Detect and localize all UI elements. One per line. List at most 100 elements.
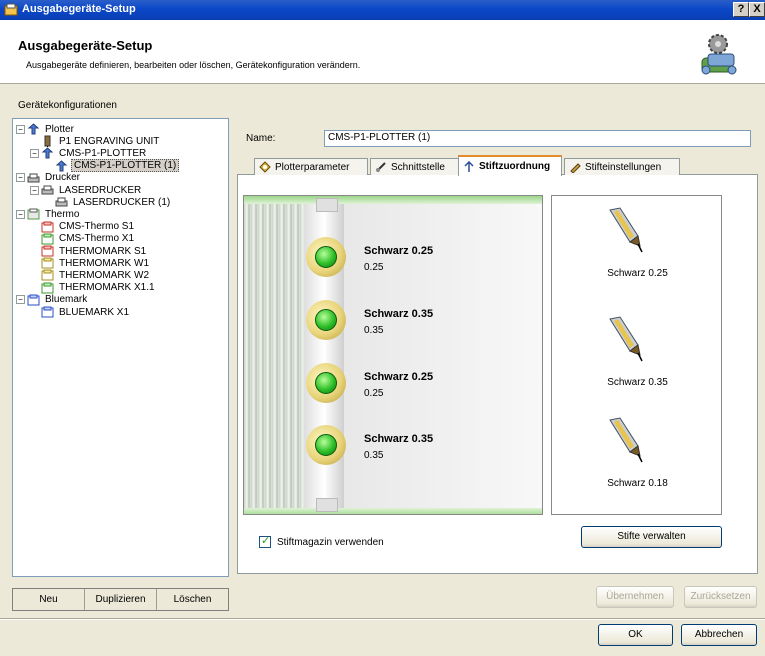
- manage-pens-button[interactable]: Stifte verwalten: [581, 526, 722, 548]
- apply-button[interactable]: Übernehmen: [596, 586, 674, 608]
- tree-item-label: LASERDRUCKER: [59, 184, 142, 196]
- device-tree[interactable]: − Plotter P1 ENGRAVING UNIT − CMS-P1-PLOTTER…: [12, 118, 229, 577]
- thermo-icon: [27, 208, 40, 220]
- tree-item-label: Thermo: [45, 208, 80, 220]
- name-label: Name:: [246, 133, 276, 144]
- tree-item-label: Plotter: [45, 123, 74, 135]
- duplicate-button[interactable]: Duplizieren: [85, 589, 157, 610]
- pen-icon: [609, 207, 643, 253]
- tree-item[interactable]: THERMOMARK W2: [30, 269, 151, 281]
- pen-label: Schwarz 0.18: [607, 478, 668, 489]
- tree-item[interactable]: THERMOMARK W1: [30, 257, 151, 269]
- tree-item[interactable]: − Thermo: [16, 208, 81, 220]
- pen-icon: [609, 417, 643, 463]
- tree-item[interactable]: CMS-P1-PLOTTER (1): [44, 159, 180, 173]
- pen-list-item[interactable]: Schwarz 0.25: [552, 206, 723, 306]
- page-subtitle: Ausgabegeräte definieren, bearbeiten ode…: [26, 60, 361, 70]
- slot-pen-value: 0.35: [364, 325, 384, 336]
- printer-icon: [55, 196, 68, 208]
- help-button[interactable]: ?: [733, 2, 749, 17]
- tree-item-label: THERMOMARK S1: [59, 245, 147, 257]
- tree-item-label: BLUEMARK X1: [59, 306, 130, 318]
- tree-item[interactable]: − Drucker: [16, 172, 82, 184]
- tree-collapse-icon[interactable]: −: [16, 173, 25, 183]
- magazine-slot[interactable]: Schwarz 0.25 0.25: [304, 355, 542, 415]
- use-magazine-row[interactable]: ✓ Stiftmagazin verwenden: [259, 535, 384, 548]
- plotter-icon: [27, 123, 40, 135]
- tree-item[interactable]: BLUEMARK X1: [30, 306, 131, 318]
- slot-pen-value: 0.25: [364, 388, 384, 399]
- close-button[interactable]: X: [749, 2, 765, 17]
- tree-collapse-icon[interactable]: −: [16, 124, 25, 134]
- tab-stiftzuordnung[interactable]: Stiftzuordnung: [458, 155, 562, 176]
- tree-collapse-icon[interactable]: −: [16, 295, 25, 305]
- thermo-green-icon: [41, 233, 54, 245]
- printer-icon: [27, 172, 40, 184]
- tree-item[interactable]: − LASERDRUCKER: [30, 184, 143, 196]
- tree-item-label: P1 ENGRAVING UNIT: [59, 135, 160, 147]
- tree-item[interactable]: LASERDRUCKER (1): [44, 196, 172, 208]
- dialog-header: Ausgabegeräte-Setup Ausgabegeräte defini…: [0, 20, 765, 84]
- pen-list-item[interactable]: Schwarz 0.35: [552, 315, 723, 415]
- plotter-params-icon: [259, 161, 271, 173]
- tree-button-group: Neu Duplizieren Löschen: [12, 588, 229, 611]
- slot-pen-name: Schwarz 0.35: [364, 308, 434, 320]
- page-title: Ausgabegeräte-Setup: [18, 38, 153, 53]
- tab-plotterparameter[interactable]: Plotterparameter: [254, 158, 368, 175]
- pen-list[interactable]: Schwarz 0.25 Schwarz 0.35 Schwarz 0.18: [551, 195, 722, 515]
- delete-button[interactable]: Löschen: [157, 589, 228, 610]
- magazine-slot[interactable]: Schwarz 0.35 0.35: [304, 292, 542, 352]
- tree-item[interactable]: THERMOMARK X1.1: [30, 282, 157, 294]
- reset-button[interactable]: Zurücksetzen: [684, 586, 757, 608]
- tree-collapse-icon[interactable]: −: [30, 185, 39, 195]
- use-magazine-checkbox[interactable]: ✓: [259, 535, 271, 548]
- pen-assignment-icon: [464, 160, 474, 172]
- footer-divider: [0, 618, 765, 620]
- tree-item-label: THERMOMARK X1.1: [59, 282, 155, 294]
- tree-item-label: LASERDRUCKER (1): [73, 196, 171, 208]
- tree-item-label: THERMOMARK W2: [59, 269, 149, 281]
- tree-item[interactable]: − Bluemark: [16, 294, 89, 306]
- tree-item[interactable]: CMS-Thermo X1: [30, 233, 136, 245]
- magazine-slot[interactable]: Schwarz 0.35 0.35: [304, 417, 542, 477]
- slot-pen-value: 0.35: [364, 450, 384, 461]
- pen-list-item[interactable]: Schwarz 0.18: [552, 416, 723, 516]
- tree-collapse-icon[interactable]: −: [30, 148, 39, 158]
- tab-schnittstelle[interactable]: Schnittstelle: [370, 158, 462, 175]
- plotter-icon: [41, 147, 54, 159]
- tree-item[interactable]: − CMS-P1-PLOTTER: [30, 147, 148, 159]
- tree-item-label: Drucker: [45, 172, 81, 184]
- slot-pen-name: Schwarz 0.25: [364, 245, 434, 257]
- tree-item[interactable]: CMS-Thermo S1: [30, 221, 136, 233]
- magazine-slot[interactable]: Schwarz 0.25 0.25: [304, 229, 542, 289]
- tree-collapse-icon[interactable]: −: [16, 209, 25, 219]
- window-titlebar[interactable]: Ausgabegeräte-Setup ? X: [0, 0, 765, 20]
- thermo-red-icon: [41, 245, 54, 257]
- pen-settings-icon: [570, 163, 581, 173]
- slot-pen-name: Schwarz 0.35: [364, 433, 434, 445]
- tab-stifteinstellungen[interactable]: Stifteinstellungen: [564, 158, 680, 175]
- tree-item[interactable]: − Plotter: [16, 123, 76, 135]
- device-configurations-label: Gerätekonfigurationen: [18, 100, 117, 111]
- use-magazine-label: Stiftmagazin verwenden: [277, 536, 384, 548]
- tree-item-label: Bluemark: [45, 294, 88, 306]
- ok-button[interactable]: OK: [598, 624, 673, 646]
- gears-setup-icon: [701, 34, 737, 75]
- tree-item-label: CMS-P1-PLOTTER: [59, 147, 147, 159]
- thermo-yellow-icon: [41, 269, 54, 281]
- window-title: Ausgabegeräte-Setup: [22, 3, 136, 15]
- magazine-grill: [244, 196, 304, 514]
- app-icon: [4, 3, 18, 16]
- slot-led-icon: [315, 434, 337, 456]
- slot-pen-value: 0.25: [364, 262, 384, 273]
- bluemark-icon: [41, 306, 54, 318]
- pen-label: Schwarz 0.35: [607, 377, 668, 388]
- tree-item[interactable]: THERMOMARK S1: [30, 245, 148, 257]
- pen-label: Schwarz 0.25: [607, 268, 668, 279]
- new-button[interactable]: Neu: [13, 589, 85, 610]
- name-input[interactable]: CMS-P1-PLOTTER (1): [324, 130, 751, 147]
- slot-led-icon: [315, 309, 337, 331]
- tree-item[interactable]: P1 ENGRAVING UNIT: [30, 135, 161, 148]
- magazine-label-top: [316, 198, 338, 212]
- cancel-button[interactable]: Abbrechen: [681, 624, 757, 646]
